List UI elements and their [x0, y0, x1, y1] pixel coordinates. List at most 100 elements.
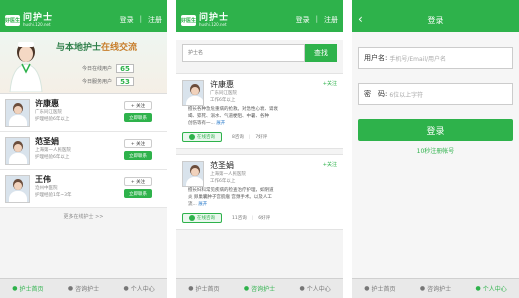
tab-bar: ● 护士首页 ● 咨询护士 ● 个人中心 [176, 278, 343, 298]
list-item[interactable]: 王伟 沧州中医院 护理经验1年~3年 + 关注 立即联系 [0, 170, 167, 208]
logo-badge: 好医生 [5, 14, 20, 26]
status-bar [352, 0, 519, 8]
follow-link[interactable]: +关注 [323, 80, 337, 87]
home-icon: ● [12, 285, 18, 292]
nurse-name: 范圣娟 [210, 161, 234, 170]
stat-served-users: 今日服务用户 53 [82, 77, 135, 86]
login-link[interactable]: 登录 [120, 15, 134, 25]
register-link[interactable]: 注册 [324, 15, 338, 25]
login-screen: ‹ 登录 用户名: 手机号/Email/用户名 密 码: 6位以上字符 登录 1… [352, 0, 519, 298]
follow-button[interactable]: + 关注 [124, 177, 152, 186]
follow-button[interactable]: + 关注 [124, 101, 152, 110]
login-title-bar: ‹ 登录 [352, 8, 519, 32]
divider: | [315, 15, 318, 23]
list-item[interactable]: 范圣娟 上海第一人民医院 护理经验6年以上 + 关注 立即联系 [0, 132, 167, 170]
nurse-card[interactable]: +关注 范圣娟 上海第一人民医院 工作6年以上 擅长妇科常见疾病的检查治疗护理，… [176, 154, 343, 230]
rating-count: 6好评 [258, 216, 271, 221]
tab-home[interactable]: ● 护士首页 [176, 279, 232, 298]
online-consult-button[interactable]: 在线咨询 [182, 213, 222, 223]
nurse-description: 擅长各种急危重病的抢救。对急性心衰、肾衰 竭、猝死、溺水、气道梗阻、中暑、各种 … [188, 107, 278, 126]
tab-bar: ● 护士首页 ● 咨询护士 ● 个人中心 [352, 278, 519, 298]
tab-consult[interactable]: ● 咨询护士 [56, 279, 112, 298]
user-icon: ● [123, 285, 129, 292]
logo-subtitle: hushi.120.net [199, 21, 227, 27]
consult-icon: ● [419, 285, 426, 292]
logo-subtitle: hushi.120.net [23, 21, 51, 27]
username-label: 用户名: [364, 54, 388, 62]
follow-button[interactable]: + 关注 [124, 139, 152, 148]
consult-icon: ● [67, 285, 74, 292]
tab-consult[interactable]: ● 咨询护士 [232, 279, 288, 298]
login-button[interactable]: 登录 [358, 119, 513, 141]
nurse-hospital: 上海第一人民医院 [210, 172, 246, 177]
nurse-illustration-icon [9, 42, 43, 92]
divider: | [248, 134, 251, 140]
nurse-list: 许康惠 广东同江医院 护理经验6年以上 + 关注 立即联系 范圣娟 上海第一人民… [0, 94, 167, 208]
divider: | [251, 215, 254, 221]
contact-button[interactable]: 立即联系 [124, 189, 152, 198]
tab-home[interactable]: ● 护士首页 [0, 279, 56, 298]
password-field[interactable]: 密 码: 6位以上字符 [358, 83, 513, 105]
search-input[interactable] [182, 44, 305, 62]
promo-banner: 与本地护士在线交流 今日在线用户 65 今日服务用户 53 [0, 32, 167, 94]
contact-button[interactable]: 立即联系 [124, 113, 152, 122]
password-label: 密 码: [364, 90, 388, 98]
rating-count: 7好评 [255, 135, 268, 140]
app-logo[interactable]: 好医生 问护士 hushi.120.net [5, 13, 53, 27]
tab-profile[interactable]: ● 个人中心 [463, 279, 519, 298]
top-bar: 好医生 问护士 hushi.120.net 登录 | 注册 [176, 8, 343, 32]
search-button[interactable]: 查找 [305, 44, 337, 62]
follow-link[interactable]: +关注 [323, 161, 337, 168]
app-logo[interactable]: 好医生 问护士 hushi.120.net [181, 13, 229, 27]
nurse-hospital: 广东同江医院 [210, 91, 237, 96]
password-placeholder: 6位以上字符 [389, 91, 424, 99]
back-chevron-icon[interactable]: ‹ [358, 12, 363, 26]
divider: | [139, 15, 142, 23]
status-bar [176, 0, 343, 8]
list-item[interactable]: 许康惠 广东同江医院 护理经验6年以上 + 关注 立即联系 [0, 94, 167, 132]
username-placeholder: 手机号/Email/用户名 [389, 55, 447, 63]
avatar [182, 161, 204, 187]
avatar [5, 99, 30, 127]
nurse-name: 许康惠 [210, 80, 234, 89]
home-icon: ● [364, 285, 370, 292]
login-link[interactable]: 登录 [296, 15, 310, 25]
more-nurses-link[interactable]: 更多在线护士 >> [0, 208, 167, 225]
consult-count: 8咨询 [232, 135, 244, 140]
avatar [5, 175, 30, 203]
nurse-description: 擅长妇科常见疾病的检查治疗护理，如阴道 炎 卵巢囊肿子宫肌瘤 宫颈手术。以及人工… [188, 188, 274, 207]
search-screen: 好医生 问护士 hushi.120.net 登录 | 注册 查找 +关注 许康惠… [176, 0, 343, 298]
avatar [5, 137, 30, 165]
tab-profile[interactable]: ● 个人中心 [111, 279, 167, 298]
home-screen: 好医生 问护士 hushi.120.net 登录 | 注册 与本地护士在线交流 … [0, 0, 167, 298]
tab-consult[interactable]: ● 咨询护士 [408, 279, 464, 298]
page-title: 登录 [427, 15, 444, 25]
banner-slogan: 与本地护士在线交流 [56, 43, 138, 53]
expand-link[interactable]: 展开 [198, 202, 207, 207]
nurse-years: 工作6年以上 [210, 179, 236, 184]
home-icon: ● [188, 285, 194, 292]
consult-icon: ● [243, 285, 250, 292]
tab-profile[interactable]: ● 个人中心 [287, 279, 343, 298]
nurse-card[interactable]: +关注 许康惠 广东同江医院 工作6年以上 擅长各种急危重病的抢救。对急性心衰、… [176, 73, 343, 149]
nurse-years: 工作6年以上 [210, 98, 236, 103]
tab-bar: ● 护士首页 ● 咨询护士 ● 个人中心 [0, 278, 167, 298]
top-bar: 好医生 问护士 hushi.120.net 登录 | 注册 [0, 8, 167, 32]
logo-badge: 好医生 [181, 14, 196, 26]
search-bar: 查找 [176, 40, 343, 68]
contact-button[interactable]: 立即联系 [124, 151, 152, 160]
consult-count: 11咨询 [232, 216, 247, 221]
online-consult-button[interactable]: 在线咨询 [182, 132, 222, 142]
chat-icon [189, 215, 195, 221]
status-bar [0, 0, 167, 8]
tab-home[interactable]: ● 护士首页 [352, 279, 408, 298]
chat-icon [189, 134, 195, 140]
register-link[interactable]: 10秒注册帐号 [352, 146, 519, 155]
expand-link[interactable]: 展开 [216, 121, 225, 126]
username-field[interactable]: 用户名: 手机号/Email/用户名 [358, 47, 513, 69]
user-icon: ● [475, 285, 481, 292]
spacer [176, 32, 343, 40]
user-icon: ● [299, 285, 305, 292]
register-link[interactable]: 注册 [148, 15, 162, 25]
stat-online-users: 今日在线用户 65 [82, 64, 135, 73]
